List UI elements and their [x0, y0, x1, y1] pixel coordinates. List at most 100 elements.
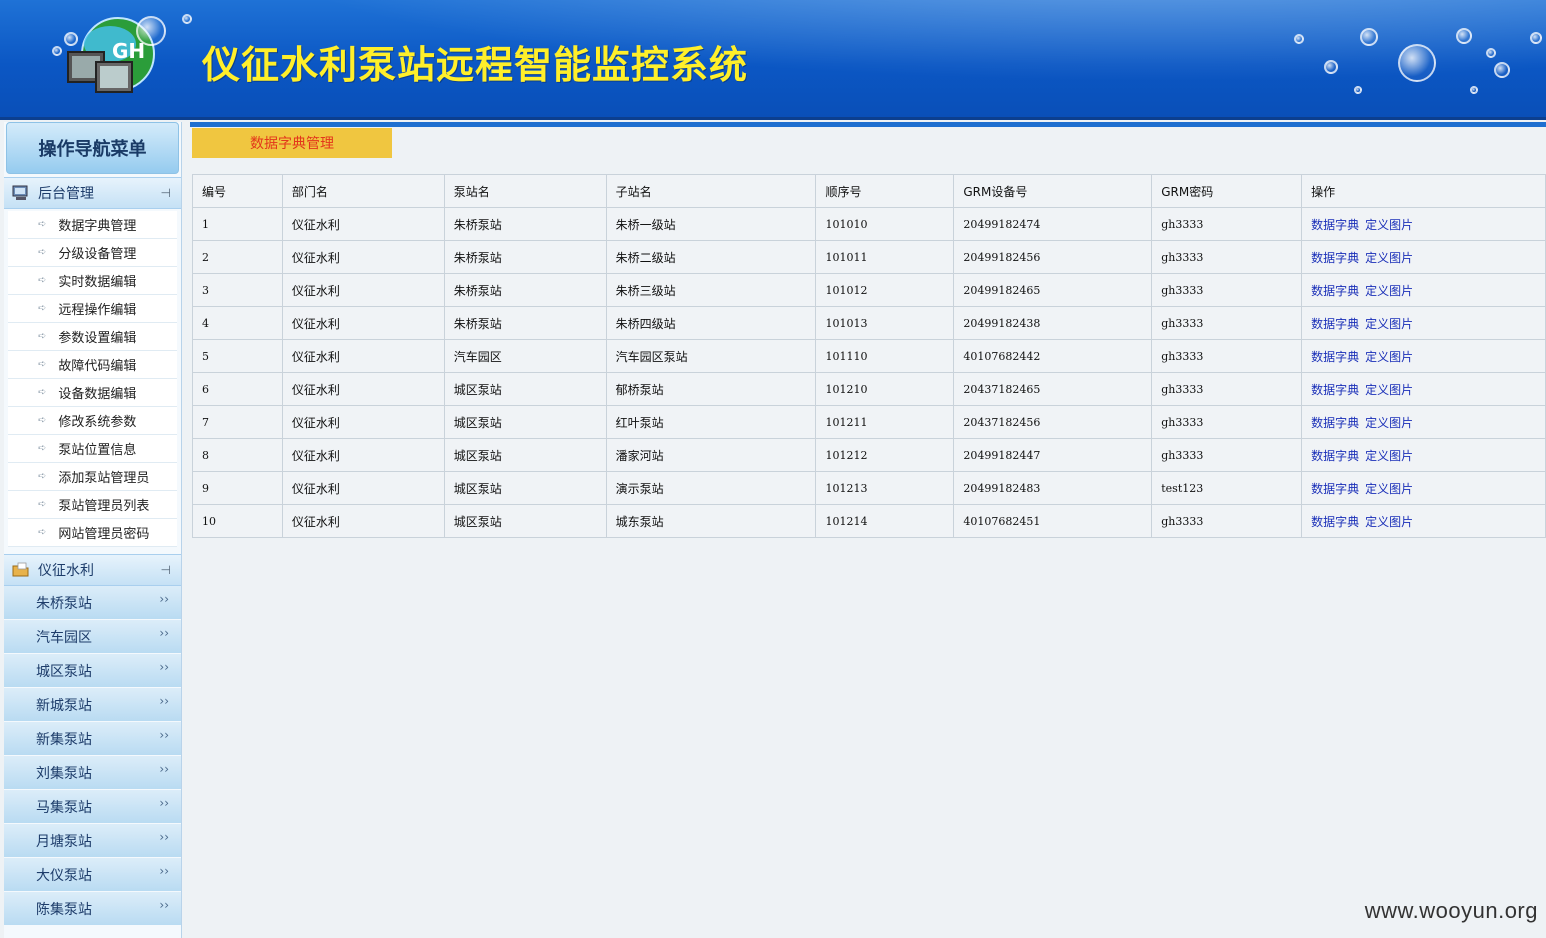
- table-cell: 20437182465: [953, 372, 1153, 406]
- sidebar-item-label: 添加泵站管理员: [58, 471, 150, 486]
- bubble-decoration: [1486, 48, 1496, 58]
- admin-submenu: ➪ 数据字典管理 ➪ 分级设备管理 ➪ 实时数据编辑 ➪ 远程操作编辑 ➪ 参数设置编辑 …: [4, 209, 181, 551]
- sidebar-item-station-admin-list[interactable]: ➪ 泵站管理员列表: [8, 491, 177, 519]
- data-dictionary-link[interactable]: 数据字典: [1311, 350, 1359, 364]
- table-cell: 101012: [815, 273, 955, 307]
- sidebar-item-parameter-settings[interactable]: ➪ 参数设置编辑: [8, 323, 177, 351]
- sidebar-group-yizheng[interactable]: 仪征水利 ⊣: [4, 554, 181, 586]
- table-cell: 汽车园区泵站: [605, 339, 817, 373]
- table-cell: 仪征水利: [281, 372, 445, 406]
- sidebar-item-label: 修改系统参数: [58, 415, 137, 430]
- logo-text: GH: [112, 39, 145, 63]
- table-cell: gh3333: [1151, 339, 1303, 373]
- sidebar-item-label: 网站管理员密码: [58, 527, 150, 542]
- bubble-decoration: [1398, 44, 1436, 82]
- sidebar-station-chenji[interactable]: 陈集泵站 ››: [4, 892, 181, 926]
- sidebar-item-system-params[interactable]: ➪ 修改系统参数: [8, 407, 177, 435]
- table-row: 2 仪征水利 朱桥泵站 朱桥二级站 101011 20499182456 gh3333 数据字…: [192, 240, 1546, 274]
- data-dictionary-link[interactable]: 数据字典: [1311, 416, 1359, 430]
- table-cell: 8: [192, 438, 283, 472]
- data-dictionary-link[interactable]: 数据字典: [1311, 515, 1359, 529]
- double-chevron-icon: ››: [159, 796, 169, 810]
- bubble-decoration: [1360, 28, 1378, 46]
- sidebar-item-data-dictionary[interactable]: ➪ 数据字典管理: [8, 211, 177, 239]
- data-dictionary-link[interactable]: 数据字典: [1311, 383, 1359, 397]
- table-cell: 仪征水利: [281, 504, 445, 538]
- table-row: 10 仪征水利 城区泵站 城东泵站 101214 40107682451 gh3333 数据字…: [192, 504, 1546, 538]
- table-cell: 20437182456: [953, 405, 1153, 439]
- sidebar-item-station-location[interactable]: ➪ 泵站位置信息: [8, 435, 177, 463]
- sidebar-item-realtime-data[interactable]: ➪ 实时数据编辑: [8, 267, 177, 295]
- data-dictionary-link[interactable]: 数据字典: [1311, 218, 1359, 232]
- sidebar-item-add-station-admin[interactable]: ➪ 添加泵站管理员: [8, 463, 177, 491]
- sidebar-item-fault-code[interactable]: ➪ 故障代码编辑: [8, 351, 177, 379]
- sidebar-station-zhuqiao[interactable]: 朱桥泵站 ››: [4, 586, 181, 620]
- define-image-link[interactable]: 定义图片: [1365, 251, 1413, 265]
- define-image-link[interactable]: 定义图片: [1365, 449, 1413, 463]
- table-cell: gh3333: [1151, 207, 1303, 241]
- bubble-decoration: [1324, 60, 1338, 74]
- table-cell: 20499182447: [953, 438, 1153, 472]
- sidebar-station-liuji[interactable]: 刘集泵站 ››: [4, 756, 181, 790]
- operations-cell: 数据字典 定义图片: [1301, 207, 1546, 241]
- table-cell: 4: [192, 306, 283, 340]
- table-cell: 城区泵站: [443, 438, 607, 472]
- sidebar-group-admin[interactable]: 后台管理 ⊣: [4, 177, 181, 209]
- table-row: 7 仪征水利 城区泵站 红叶泵站 101211 20437182456 gh3333 数据字典…: [192, 405, 1546, 439]
- table-cell: 朱桥泵站: [443, 273, 607, 307]
- bubble-decoration: [1470, 86, 1478, 94]
- table-cell: 仪征水利: [281, 306, 445, 340]
- define-image-link[interactable]: 定义图片: [1365, 317, 1413, 331]
- arrow-right-icon: ➪: [38, 443, 47, 454]
- double-chevron-icon: ››: [159, 592, 169, 606]
- data-dictionary-link[interactable]: 数据字典: [1311, 317, 1359, 331]
- sidebar-station-auto-park[interactable]: 汽车园区 ››: [4, 620, 181, 654]
- sidebar-group-label: 后台管理: [38, 186, 94, 202]
- station-label: 城区泵站: [36, 663, 92, 680]
- data-dictionary-link[interactable]: 数据字典: [1311, 482, 1359, 496]
- sidebar-station-xincheng[interactable]: 新城泵站 ››: [4, 688, 181, 722]
- sidebar-station-dayi[interactable]: 大仪泵站 ››: [4, 858, 181, 892]
- tab-data-dictionary[interactable]: 数据字典管理: [192, 128, 392, 158]
- table-cell: 城区泵站: [443, 471, 607, 505]
- data-dictionary-link[interactable]: 数据字典: [1311, 251, 1359, 265]
- table-header-row: 编号 部门名 泵站名 子站名 顺序号 GRM设备号 GRM密码 操作: [192, 174, 1546, 208]
- pin-icon[interactable]: ⊣: [161, 563, 171, 577]
- table-cell: 101213: [815, 471, 955, 505]
- table-cell: 20499182483: [953, 471, 1153, 505]
- sidebar-item-remote-operation[interactable]: ➪ 远程操作编辑: [8, 295, 177, 323]
- define-image-link[interactable]: 定义图片: [1365, 482, 1413, 496]
- define-image-link[interactable]: 定义图片: [1365, 284, 1413, 298]
- define-image-link[interactable]: 定义图片: [1365, 218, 1413, 232]
- monitor-icon: [12, 185, 30, 201]
- bubble-decoration: [136, 16, 166, 46]
- define-image-link[interactable]: 定义图片: [1365, 515, 1413, 529]
- sidebar-item-device-level[interactable]: ➪ 分级设备管理: [8, 239, 177, 267]
- sidebar-station-maji[interactable]: 马集泵站 ››: [4, 790, 181, 824]
- double-chevron-icon: ››: [159, 694, 169, 708]
- table-cell: 城区泵站: [443, 504, 607, 538]
- table-cell: 仪征水利: [281, 339, 445, 373]
- define-image-link[interactable]: 定义图片: [1365, 350, 1413, 364]
- bubble-decoration: [1354, 86, 1362, 94]
- sidebar-item-device-data[interactable]: ➪ 设备数据编辑: [8, 379, 177, 407]
- table-cell: 朱桥一级站: [605, 207, 817, 241]
- table-cell: 40107682442: [953, 339, 1153, 373]
- pin-icon[interactable]: ⊣: [161, 186, 171, 200]
- operations-cell: 数据字典 定义图片: [1301, 438, 1546, 472]
- table-cell: 仪征水利: [281, 273, 445, 307]
- sidebar-item-site-admin-password[interactable]: ➪ 网站管理员密码: [8, 519, 177, 547]
- define-image-link[interactable]: 定义图片: [1365, 383, 1413, 397]
- table-cell: 40107682451: [953, 504, 1153, 538]
- table-row: 1 仪征水利 朱桥泵站 朱桥一级站 101010 20499182474 gh3333 数据字…: [192, 207, 1546, 241]
- sidebar-station-xinji[interactable]: 新集泵站 ››: [4, 722, 181, 756]
- arrow-right-icon: ➪: [38, 471, 47, 482]
- page-title: 仪征水利泵站远程智能监控系统: [202, 42, 749, 87]
- sidebar-station-urban[interactable]: 城区泵站 ››: [4, 654, 181, 688]
- sidebar-station-yuetang[interactable]: 月塘泵站 ››: [4, 824, 181, 858]
- double-chevron-icon: ››: [159, 864, 169, 878]
- data-dictionary-link[interactable]: 数据字典: [1311, 449, 1359, 463]
- define-image-link[interactable]: 定义图片: [1365, 416, 1413, 430]
- header-banner: GH 仪征水利泵站远程智能监控系统: [0, 0, 1546, 120]
- data-dictionary-link[interactable]: 数据字典: [1311, 284, 1359, 298]
